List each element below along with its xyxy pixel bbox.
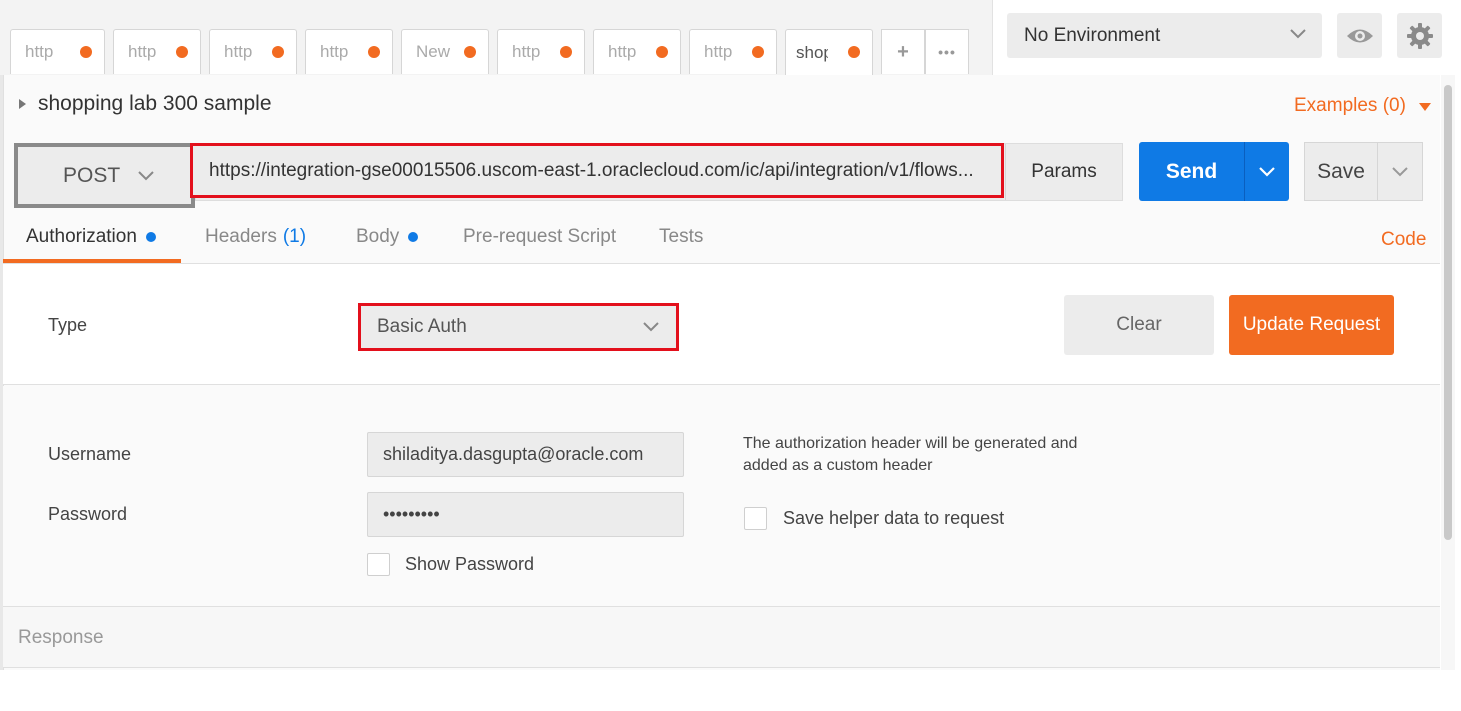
save-helper-label: Save helper data to request [783, 508, 1005, 528]
chevron-down-icon [643, 322, 659, 332]
save-label: Save [1317, 159, 1365, 183]
request-tab[interactable]: New [401, 29, 489, 74]
environment-quick-look-button[interactable] [1337, 13, 1382, 58]
save-options-button[interactable] [1378, 142, 1423, 201]
show-password-checkbox[interactable] [367, 553, 390, 576]
auth-type-select[interactable]: Basic Auth [358, 303, 679, 351]
settings-button[interactable] [1397, 13, 1442, 58]
request-tab[interactable]: http [10, 29, 105, 74]
request-tab[interactable]: http [497, 29, 585, 74]
modified-dot-icon [145, 232, 156, 242]
headers-count: (1) [282, 226, 307, 247]
request-tab[interactable]: http [689, 29, 777, 74]
examples-dropdown[interactable]: Examples (0) [1294, 95, 1432, 117]
params-label: Params [1031, 161, 1097, 182]
password-value: ••••••••• [383, 504, 440, 524]
tab-pre-request-script[interactable]: Pre-request Script [463, 226, 616, 248]
eye-icon [1346, 29, 1373, 42]
scrollbar-thumb[interactable] [1444, 85, 1452, 540]
plus-icon: + [897, 40, 909, 63]
send-label: Send [1165, 159, 1218, 183]
type-label: Type [48, 315, 88, 335]
tab-label: http [704, 42, 733, 61]
show-password-label: Show Password [405, 554, 535, 574]
unsaved-dot-icon [176, 46, 188, 58]
username-input[interactable]: shiladitya.dasgupta@oracle.com [367, 432, 684, 477]
environment-select[interactable]: No Environment [1007, 13, 1322, 58]
active-tab-indicator [3, 259, 181, 263]
code-link[interactable]: Code [1381, 229, 1426, 251]
more-icon: ••• [938, 44, 956, 60]
tab-body-label: Body [356, 226, 400, 247]
tab-body[interactable]: Body [356, 226, 419, 248]
password-label: Password [48, 504, 128, 524]
request-tab[interactable]: http [113, 29, 201, 74]
save-helper-checkbox[interactable] [744, 507, 767, 530]
tab-headers[interactable]: Headers (1) [205, 226, 306, 248]
method-value: POST [63, 163, 121, 187]
chevron-down-icon [138, 170, 154, 180]
url-input[interactable]: https://integration-gse00015506.uscom-ea… [190, 143, 1004, 198]
request-tab[interactable]: http [593, 29, 681, 74]
unsaved-dot-icon [464, 46, 476, 58]
save-button[interactable]: Save [1304, 142, 1378, 201]
request-name[interactable]: shopping lab 300 sample [38, 92, 272, 116]
environment-value: No Environment [1024, 24, 1161, 46]
response-section [3, 606, 1440, 668]
tab-label: http [608, 42, 637, 61]
username-label: Username [48, 444, 132, 464]
unsaved-dot-icon [560, 46, 572, 58]
clear-label: Clear [1116, 314, 1162, 335]
request-tab[interactable]: http [209, 29, 297, 74]
response-label: Response [18, 627, 104, 648]
request-tab[interactable]: http [305, 29, 393, 74]
url-value: https://integration-gse00015506.uscom-ea… [209, 159, 974, 181]
tab-label: http [25, 42, 54, 61]
update-request-button[interactable]: Update Request [1229, 295, 1394, 355]
tab-tests-label: Tests [659, 226, 704, 247]
modified-dot-icon [408, 232, 419, 242]
chevron-down-icon [1259, 166, 1275, 177]
update-request-label: Update Request [1242, 314, 1381, 335]
params-button[interactable]: Params [1005, 144, 1122, 200]
unsaved-dot-icon [752, 46, 764, 58]
request-tab-active[interactable]: shop [785, 29, 873, 75]
password-input[interactable]: ••••••••• [367, 492, 684, 537]
examples-label: Examples (0) [1294, 95, 1406, 116]
tab-label: http [320, 42, 349, 61]
auth-type-section [3, 264, 1440, 385]
caret-right-icon[interactable] [19, 99, 26, 109]
auth-help-text: The authorization header will be generat… [743, 435, 1078, 474]
unsaved-dot-icon [848, 46, 860, 58]
tab-authorization[interactable]: Authorization [26, 226, 156, 248]
chevron-down-icon [1290, 29, 1306, 39]
new-tab-button[interactable]: + [881, 29, 925, 74]
tab-tests[interactable]: Tests [659, 226, 703, 248]
tab-label: New [416, 42, 451, 61]
unsaved-dot-icon [656, 46, 668, 58]
tab-label: shop [796, 42, 828, 62]
tab-authorization-label: Authorization [26, 226, 137, 247]
tab-label: http [512, 42, 541, 61]
tab-pre-request-label: Pre-request Script [463, 226, 617, 247]
tab-options-button[interactable]: ••• [925, 29, 969, 74]
chevron-down-icon [1392, 166, 1408, 176]
method-select[interactable]: POST [14, 143, 195, 208]
tab-headers-label: Headers [205, 226, 277, 247]
tab-label: http [128, 42, 157, 61]
username-value: shiladitya.dasgupta@oracle.com [383, 444, 644, 464]
auth-type-value: Basic Auth [377, 316, 467, 337]
unsaved-dot-icon [80, 46, 92, 58]
tab-label: http [224, 42, 253, 61]
send-button[interactable]: Send [1139, 142, 1244, 201]
send-options-button[interactable] [1244, 142, 1289, 201]
gear-icon [1406, 22, 1433, 49]
unsaved-dot-icon [272, 46, 284, 58]
clear-button[interactable]: Clear [1064, 295, 1214, 355]
credentials-section [3, 386, 1440, 606]
caret-down-icon [1419, 103, 1432, 111]
unsaved-dot-icon [368, 46, 380, 58]
